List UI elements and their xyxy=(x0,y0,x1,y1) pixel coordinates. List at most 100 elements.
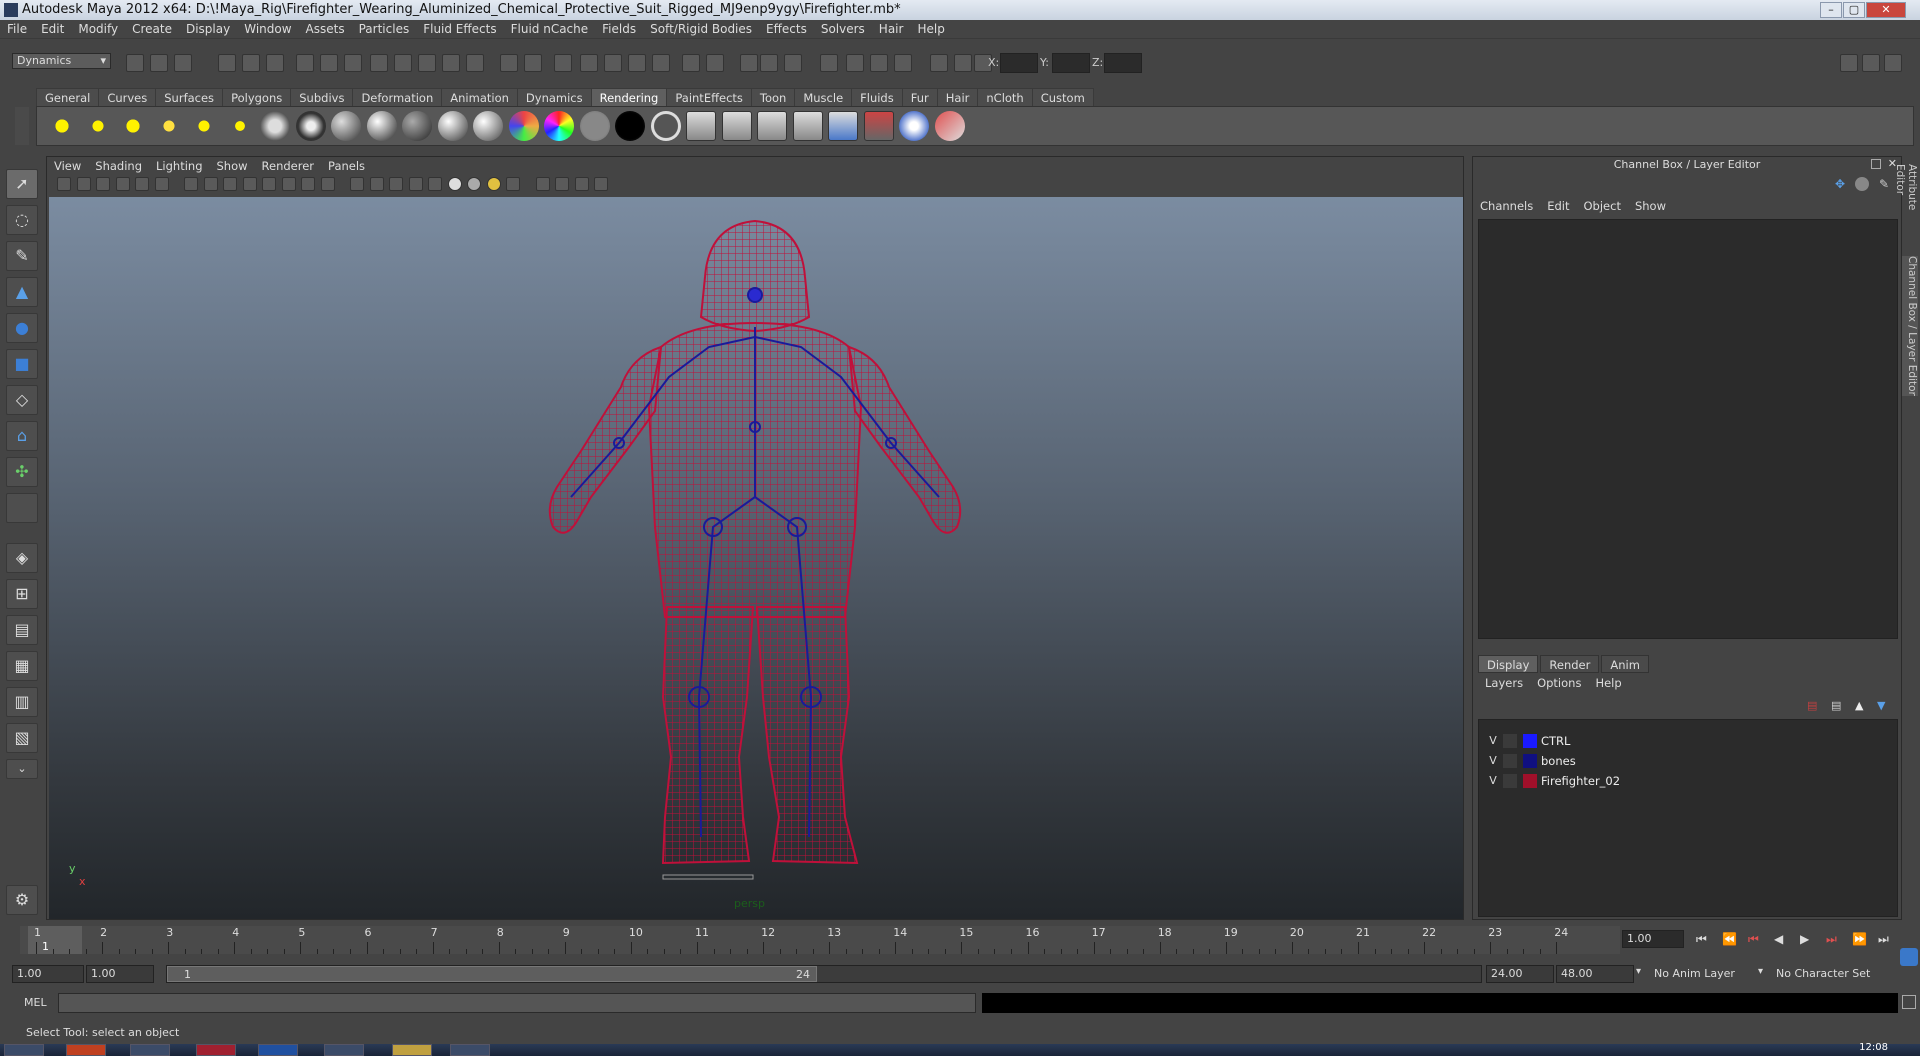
menu-window[interactable]: Window xyxy=(237,20,298,39)
taskbar-maya-icon[interactable] xyxy=(324,1044,364,1056)
layer-row[interactable]: V CTRL xyxy=(1483,732,1893,750)
paint-brush-icon[interactable] xyxy=(934,111,965,141)
status-tool-icon[interactable] xyxy=(820,54,838,72)
tab-attribute-editor[interactable]: Attribute Editor xyxy=(1894,164,1918,244)
status-tool-icon[interactable] xyxy=(706,54,724,72)
viewport-tool-icon[interactable] xyxy=(574,177,589,191)
status-tool-icon[interactable] xyxy=(500,54,518,72)
viewport-menu-lighting[interactable]: Lighting xyxy=(149,157,209,175)
anim-layer-dropdown[interactable]: No Anim Layer xyxy=(1650,966,1758,982)
ramp-shader-icon[interactable] xyxy=(544,111,574,141)
shelf-tab-toon[interactable]: Toon xyxy=(750,88,796,106)
shelf-tab-fluids[interactable]: Fluids xyxy=(851,88,903,106)
layer-visibility-toggle[interactable]: V xyxy=(1485,772,1501,790)
script-editor-icon[interactable] xyxy=(1902,995,1916,1009)
step-forward-key-icon[interactable]: ⏭ xyxy=(1826,932,1837,947)
shelf-tab-muscle[interactable]: Muscle xyxy=(794,88,853,106)
viewport-tool-icon[interactable] xyxy=(301,177,315,191)
menu-solvers[interactable]: Solvers xyxy=(814,20,872,39)
channel-box-area[interactable] xyxy=(1478,219,1898,639)
viewport-tool-icon[interactable] xyxy=(389,177,403,191)
lasso-tool-icon[interactable]: ◌ xyxy=(6,205,38,235)
directional-light-icon[interactable] xyxy=(82,111,113,141)
maximize-button[interactable]: ▢ xyxy=(1843,2,1865,18)
step-back-key-icon[interactable]: ⏮ xyxy=(1748,932,1759,947)
layer-menu-help[interactable]: Help xyxy=(1588,674,1628,692)
move-tool-icon[interactable]: ▲ xyxy=(6,277,38,307)
viewport-tool-icon[interactable] xyxy=(223,177,237,191)
surface-shader-icon[interactable] xyxy=(579,111,610,141)
playback-end-field[interactable]: 24.00 xyxy=(1486,965,1554,983)
status-tool-icon[interactable] xyxy=(846,54,864,72)
status-tool-icon[interactable] xyxy=(930,54,948,72)
status-tool-icon[interactable] xyxy=(466,54,484,72)
viewport-tool-icon[interactable] xyxy=(535,177,550,191)
status-tool-icon[interactable] xyxy=(554,54,572,72)
viewport-menu-panels[interactable]: Panels xyxy=(321,157,372,175)
viewport-tool-icon[interactable] xyxy=(115,177,130,191)
menu-set-dropdown[interactable]: Dynamics ▾ xyxy=(12,53,111,69)
mel-input[interactable] xyxy=(58,993,976,1013)
status-tool-icon[interactable] xyxy=(740,54,758,72)
menu-modify[interactable]: Modify xyxy=(71,20,125,39)
status-tool-icon[interactable] xyxy=(266,54,284,72)
channel-box-menu-object[interactable]: Object xyxy=(1577,197,1628,215)
taskbar-app-icon[interactable] xyxy=(130,1044,170,1056)
layer-playback-toggle[interactable] xyxy=(1503,754,1517,768)
layer-visibility-toggle[interactable]: V xyxy=(1485,732,1501,750)
tool-settings-toggle-icon[interactable] xyxy=(1862,54,1880,72)
last-tool-icon[interactable] xyxy=(6,493,38,523)
status-tool-icon[interactable] xyxy=(628,54,646,72)
viewport-menu-show[interactable]: Show xyxy=(210,157,255,175)
play-forwards-icon[interactable]: ▶ xyxy=(1800,932,1809,946)
menu-fluid-effects[interactable]: Fluid Effects xyxy=(416,20,503,39)
use-background-icon[interactable] xyxy=(615,111,645,141)
viewport-tool-icon[interactable] xyxy=(506,177,520,191)
viewport-tool-icon[interactable] xyxy=(467,177,481,191)
step-back-frame-icon[interactable]: ⏪ xyxy=(1722,932,1737,946)
start-button[interactable] xyxy=(4,1044,44,1056)
viewport-tool-icon[interactable] xyxy=(369,177,384,191)
render-view-icon[interactable] xyxy=(686,111,716,141)
menu-file[interactable]: File xyxy=(0,20,34,39)
ambient-light-icon[interactable] xyxy=(47,111,77,141)
mental-ray-icon[interactable] xyxy=(899,111,929,141)
status-tool-icon[interactable] xyxy=(418,54,436,72)
status-tool-icon[interactable] xyxy=(150,54,168,72)
quick-layout-icon[interactable]: ⚙ xyxy=(6,885,38,915)
viewport-tool-icon[interactable] xyxy=(594,177,608,191)
step-forward-frame-icon[interactable]: ⏩ xyxy=(1852,932,1867,946)
float-panel-icon[interactable] xyxy=(1871,159,1881,169)
shelf-tab-ncloth[interactable]: nCloth xyxy=(977,88,1033,106)
status-tool-icon[interactable] xyxy=(394,54,412,72)
shelf-tab-animation[interactable]: Animation xyxy=(441,88,518,106)
play-backwards-icon[interactable]: ◀ xyxy=(1774,932,1783,946)
four-view-layout-icon[interactable]: ⊞ xyxy=(6,579,38,609)
status-tool-icon[interactable] xyxy=(442,54,460,72)
batch-render-icon[interactable] xyxy=(863,111,894,141)
status-tool-icon[interactable] xyxy=(894,54,912,72)
shelf-tab-fur[interactable]: Fur xyxy=(901,88,938,106)
camera-icon[interactable] xyxy=(295,111,326,141)
layer-menu-layers[interactable]: Layers xyxy=(1478,674,1530,692)
viewport-tool-icon[interactable] xyxy=(154,177,169,191)
layer-row[interactable]: V Firefighter_02 xyxy=(1483,772,1893,790)
volume-light-icon[interactable] xyxy=(224,111,255,141)
viewport-tool-icon[interactable] xyxy=(96,177,110,191)
move-layer-down-icon[interactable]: ▼ xyxy=(1877,699,1891,713)
menu-soft-rigid-bodies[interactable]: Soft/Rigid Bodies xyxy=(643,20,759,39)
status-tool-icon[interactable] xyxy=(870,54,888,72)
shelf-tab-general[interactable]: General xyxy=(36,88,100,106)
menu-fields[interactable]: Fields xyxy=(595,20,643,39)
attribute-editor-toggle-icon[interactable] xyxy=(1840,54,1858,72)
taskbar-misc-icon[interactable] xyxy=(450,1044,490,1056)
status-tool-icon[interactable] xyxy=(604,54,622,72)
viewport-menu-renderer[interactable]: Renderer xyxy=(255,157,322,175)
layer-color-swatch[interactable] xyxy=(1523,774,1537,788)
move-layer-up-icon[interactable]: ▲ xyxy=(1855,699,1869,713)
taskbar-explorer-icon[interactable] xyxy=(392,1044,432,1056)
hypershade-icon[interactable] xyxy=(828,111,858,141)
channel-box-menu-show[interactable]: Show xyxy=(1628,197,1673,215)
lambert-material-icon[interactable] xyxy=(331,111,361,141)
soft-modification-icon[interactable]: ⌂ xyxy=(6,421,38,451)
